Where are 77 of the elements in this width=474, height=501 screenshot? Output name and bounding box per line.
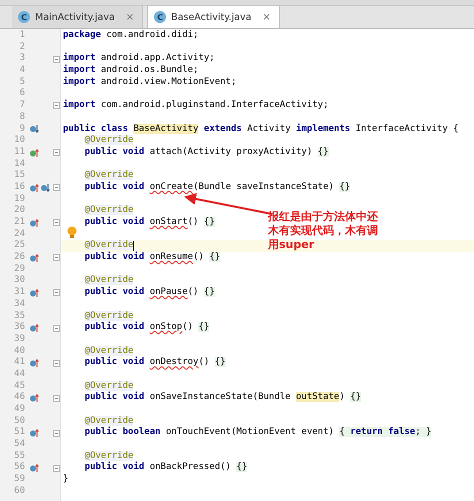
code-line: public void attach(Activity proxyActivity) {}: [84, 146, 329, 159]
line-number: 2: [18, 42, 26, 53]
line-number: 4: [18, 65, 26, 77]
code-line: package com.android.didi;: [63, 30, 198, 42]
line-number: 35: [13, 310, 26, 322]
code-line: import android.app.Activity;: [63, 53, 215, 64]
class-file-icon: C: [18, 11, 30, 23]
code-line: public void onStop() {}: [84, 322, 210, 334]
line-number: 46: [13, 392, 26, 404]
code-line: import com.android.pluginstand.InterfaceActivity;: [63, 100, 329, 112]
line-number: 14: [13, 158, 26, 170]
code-line: public void onDestroy() {}: [84, 357, 226, 369]
fold-marker-icon[interactable]: [52, 184, 60, 192]
line-number: 15: [13, 170, 26, 182]
line-number: 30: [13, 275, 26, 287]
line-number: 6: [18, 88, 26, 100]
fold-marker-icon[interactable]: [52, 360, 60, 367]
code-line: import android.os.Bundle;: [63, 65, 198, 76]
line-number: 26: [13, 252, 26, 264]
code-line: public class BaseActivity extends Activity implements InterfaceActivity {: [63, 124, 459, 135]
line-number: 36: [13, 322, 26, 334]
line-number: 5: [18, 76, 26, 88]
line-number: 55: [13, 450, 26, 462]
fold-marker-icon[interactable]: [52, 56, 60, 63]
line-number: 34: [13, 298, 26, 311]
line-number: 39: [13, 334, 26, 346]
line-number: 59: [13, 474, 26, 486]
code-line: public void onCreate(Bundle saveInstanceState) {}: [84, 182, 350, 194]
line-number: 56: [13, 462, 26, 474]
line-number: 11: [13, 146, 26, 159]
line-number: 45: [13, 380, 26, 392]
lightbulb-icon[interactable]: [67, 226, 77, 239]
file-tab[interactable]: C MainActivity.java ×: [12, 6, 144, 28]
line-number: 7: [18, 100, 26, 112]
fold-marker-icon[interactable]: [52, 430, 60, 437]
line-number: 41: [13, 357, 26, 369]
line-number: 10: [13, 135, 26, 147]
line-number: 29: [13, 264, 26, 275]
line-number: 24: [13, 228, 26, 240]
line-number: 54: [13, 439, 26, 451]
line-number: 9: [18, 124, 26, 135]
fold-marker-icon[interactable]: [52, 394, 60, 402]
code-line: public void onSaveInstanceState(Bundle outState) {}: [84, 392, 362, 404]
line-number: 8: [18, 112, 26, 124]
line-number: 19: [13, 194, 26, 205]
class-file-icon: C: [154, 11, 166, 23]
close-tab-button[interactable]: ×: [262, 12, 271, 22]
tab-label: MainActivity.java: [35, 12, 115, 22]
line-number: 60: [13, 486, 26, 498]
code-line: public boolean onTouchEvent(MotionEvent event) { return false; }: [84, 427, 432, 440]
line-number: 21: [13, 217, 26, 229]
code-line: public void onResume() {}: [84, 252, 220, 264]
code-line: }: [63, 474, 68, 486]
line-number: 3: [18, 53, 26, 66]
line-number: 40: [13, 346, 26, 358]
code-line: public void onStart() {}: [84, 217, 215, 229]
file-tab[interactable]: C BaseActivity.java ×: [147, 6, 280, 28]
code-line: import android.view.MotionEvent;: [63, 76, 236, 88]
fold-marker-icon[interactable]: [52, 324, 60, 332]
line-number: 49: [13, 404, 26, 416]
line-number: 25: [13, 240, 26, 252]
code-line: public void onPause() {}: [84, 287, 215, 299]
fold-marker-icon[interactable]: [52, 289, 60, 296]
code-line: public void onBackPressed() {}: [84, 462, 248, 474]
fold-marker-icon[interactable]: [52, 219, 60, 226]
line-number: 16: [13, 182, 26, 194]
fold-marker-icon[interactable]: [52, 102, 60, 110]
line-number: 20: [13, 205, 26, 217]
line-number: 31: [13, 287, 26, 299]
line-number: 51: [13, 427, 26, 440]
line-number: 44: [13, 368, 26, 381]
tab-label: BaseActivity.java: [171, 12, 252, 22]
fold-marker-icon[interactable]: [52, 464, 60, 472]
fold-marker-icon[interactable]: [52, 149, 60, 156]
line-number: 1: [18, 30, 26, 42]
fold-marker-icon[interactable]: [52, 254, 60, 262]
line-number: 50: [13, 416, 26, 428]
